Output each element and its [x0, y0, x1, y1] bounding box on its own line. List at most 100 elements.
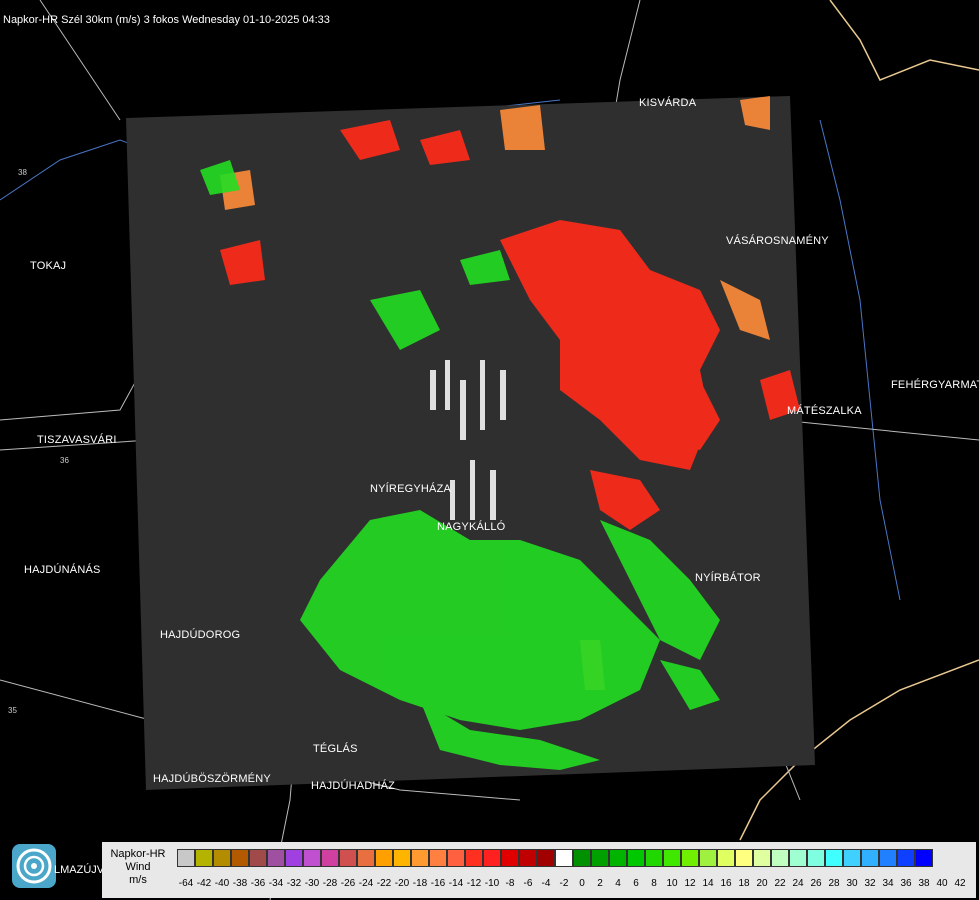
legend-swatch — [267, 849, 285, 867]
legend-tick: 42 — [954, 878, 966, 889]
legend-tick: 8 — [651, 878, 657, 889]
city-label-hajduhadhaz: HAJDÚHADHÁZ — [311, 780, 396, 792]
legend-swatch — [717, 849, 735, 867]
legend-tick: -14 — [448, 878, 464, 889]
legend-tick: -2 — [559, 878, 569, 889]
legend-swatch — [393, 849, 411, 867]
legend-tick: 30 — [846, 878, 858, 889]
road-number: 35 — [8, 706, 17, 715]
legend-swatch — [465, 849, 483, 867]
legend-swatch — [735, 849, 753, 867]
legend-swatch — [195, 849, 213, 867]
legend-tick: 6 — [633, 878, 639, 889]
road-number: 36 — [60, 456, 69, 465]
legend-swatch — [825, 849, 843, 867]
radar-map: Napkor-HR Szél 30km (m/s) 3 fokos Wednes… — [0, 0, 979, 900]
city-label-fehergyarmat: FEHÉRGYARMAT — [891, 379, 979, 391]
legend-tick: 4 — [615, 878, 621, 889]
legend-tick: 14 — [702, 878, 714, 889]
legend-swatch — [249, 849, 267, 867]
legend-tick: -38 — [232, 878, 248, 889]
legend-tick: 24 — [792, 878, 804, 889]
napkor-logo — [12, 844, 56, 888]
legend-swatch — [789, 849, 807, 867]
legend-swatch — [555, 849, 573, 867]
city-label-kisvarda: KISVÁRDA — [639, 97, 697, 109]
legend-tick: 18 — [738, 878, 750, 889]
city-label-tokaj: TOKAJ — [30, 260, 67, 272]
legend-tick: -30 — [304, 878, 320, 889]
legend-swatch — [447, 849, 465, 867]
legend-swatch — [177, 849, 195, 867]
legend-tick: -16 — [430, 878, 446, 889]
city-label-hajdunanas: HAJDÚNÁNÁS — [24, 564, 101, 576]
legend-swatch — [339, 849, 357, 867]
legend-line-2: Wind — [125, 861, 151, 873]
legend-swatch — [213, 849, 231, 867]
legend-tick: 10 — [666, 878, 678, 889]
legend-swatch — [357, 849, 375, 867]
legend-tick: 38 — [918, 878, 930, 889]
swirl-icon — [16, 848, 52, 884]
legend-swatch — [681, 849, 699, 867]
city-label-tiszavasvari: TISZAVASVÁRI — [37, 434, 117, 446]
legend-tick: -36 — [250, 878, 266, 889]
map-canvas — [0, 0, 979, 900]
legend-swatch — [483, 849, 501, 867]
legend-tick: 26 — [810, 878, 822, 889]
legend-tick: 34 — [882, 878, 894, 889]
road-number: 38 — [18, 168, 27, 177]
legend-tick: -8 — [505, 878, 515, 889]
legend-tick: -10 — [484, 878, 500, 889]
legend-swatch — [753, 849, 771, 867]
legend-swatch — [231, 849, 249, 867]
legend-swatch — [699, 849, 717, 867]
legend-tick: -12 — [466, 878, 482, 889]
legend-swatch — [519, 849, 537, 867]
legend-swatch — [609, 849, 627, 867]
legend-swatch — [501, 849, 519, 867]
legend-swatch — [897, 849, 915, 867]
border-line — [829, 0, 979, 81]
legend-tick: 2 — [597, 878, 603, 889]
city-label-nyiregyhaza: NYÍREGYHÁZA — [370, 483, 452, 495]
legend-tick: -28 — [322, 878, 338, 889]
wind-legend: Napkor-HR Wind m/s -64 -42 -40 -38 -36 -34 -32… — [102, 842, 976, 898]
city-label-hajdudorog: HAJDÚDOROG — [160, 629, 241, 641]
legend-tick: -32 — [286, 878, 302, 889]
legend-tick: 16 — [720, 878, 732, 889]
legend-tick-labels: -64 -42 -40 -38 -36 -34 -32 -30 -28 -26 -24 -22 -20-… — [177, 878, 969, 889]
legend-tick: -42 — [196, 878, 212, 889]
legend-swatch — [843, 849, 861, 867]
legend-swatch — [879, 849, 897, 867]
legend-tick: -34 — [268, 878, 284, 889]
legend-swatch — [807, 849, 825, 867]
legend-tick: -4 — [541, 878, 551, 889]
legend-color-scale — [177, 849, 933, 868]
legend-tick: -18 — [412, 878, 428, 889]
legend-swatch — [537, 849, 555, 867]
legend-swatch — [915, 849, 933, 867]
legend-swatch — [285, 849, 303, 867]
legend-swatch — [375, 849, 393, 867]
legend-tick: -24 — [358, 878, 374, 889]
legend-tick: 20 — [756, 878, 768, 889]
legend-tick: -6 — [523, 878, 533, 889]
legend-tick: 0 — [579, 878, 585, 889]
legend-swatch — [627, 849, 645, 867]
legend-swatch — [591, 849, 609, 867]
legend-tick: 28 — [828, 878, 840, 889]
river — [819, 119, 901, 601]
map-title: Napkor-HR Szél 30km (m/s) 3 fokos Wednes… — [3, 14, 330, 26]
legend-title: Napkor-HR Wind m/s — [108, 848, 168, 887]
city-label-nagykallo: NAGYKÁLLÓ — [437, 521, 506, 533]
legend-tick: -64 — [178, 878, 194, 889]
city-label-hajduboszormeny: HAJDÚBÖSZÖRMÉNY — [153, 773, 271, 785]
city-label-teglas: TÉGLÁS — [313, 743, 358, 755]
legend-swatch — [771, 849, 789, 867]
legend-swatch — [663, 849, 681, 867]
legend-tick: 40 — [936, 878, 948, 889]
legend-tick: -40 — [214, 878, 230, 889]
legend-swatch — [321, 849, 339, 867]
legend-tick: 36 — [900, 878, 912, 889]
